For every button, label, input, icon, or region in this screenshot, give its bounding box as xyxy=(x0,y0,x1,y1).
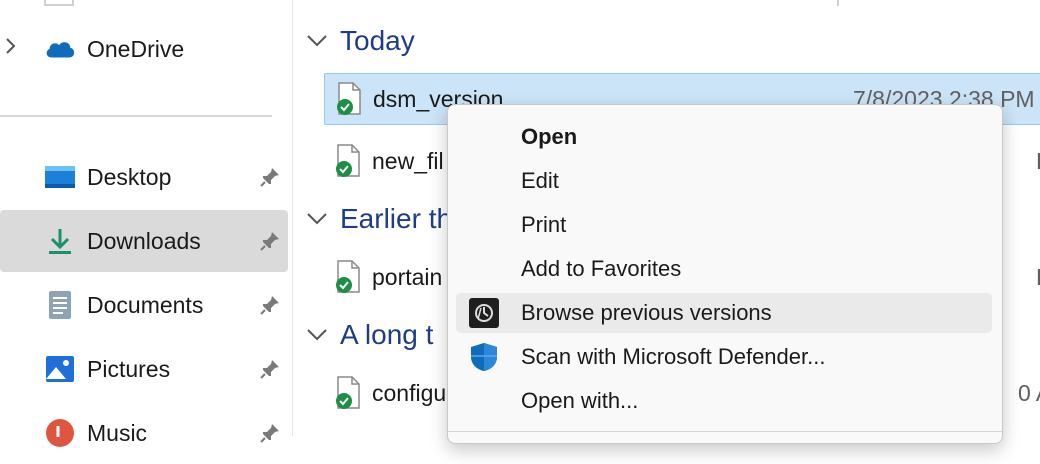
menu-item-label: Open with... xyxy=(521,388,639,413)
sidebar-item-desktop[interactable]: Desktop xyxy=(0,146,288,208)
desktop-folder-icon xyxy=(44,161,76,193)
menu-item-edit[interactable]: Edit xyxy=(456,161,992,201)
file-date-modified: PM xyxy=(1036,264,1040,291)
partial-icon xyxy=(44,0,74,6)
defender-shield-icon xyxy=(468,341,500,373)
menu-separator xyxy=(448,431,1002,432)
group-label: A long t xyxy=(340,319,434,350)
group-header-long-time-ago[interactable]: A long t xyxy=(306,315,433,355)
menu-item-label: Print xyxy=(521,212,567,237)
synced-file-icon xyxy=(334,260,362,294)
previous-versions-icon xyxy=(468,297,500,329)
sidebar-item-label: Downloads xyxy=(87,227,201,254)
chevron-down-icon[interactable] xyxy=(306,328,332,342)
menu-item-label: Edit xyxy=(521,168,559,193)
menu-item-label: Open xyxy=(521,124,578,149)
menu-item-print[interactable]: Print xyxy=(456,205,992,245)
documents-folder-icon xyxy=(44,289,76,321)
pin-icon[interactable] xyxy=(258,229,282,253)
downloads-folder-icon xyxy=(44,225,76,257)
pin-icon[interactable] xyxy=(258,293,282,317)
group-header-earlier[interactable]: Earlier th xyxy=(306,199,452,239)
menu-item-add-to-favorites[interactable]: Add to Favorites xyxy=(456,249,992,289)
menu-item-label: Scan with Microsoft Defender... xyxy=(521,344,826,369)
sidebar-divider xyxy=(0,115,272,117)
sidebar-item-label: Desktop xyxy=(87,163,172,190)
chevron-right-icon[interactable] xyxy=(4,37,18,61)
menu-item-label: Add to Favorites xyxy=(521,256,682,281)
context-menu: Open Edit Print Add to Favorites Browse … xyxy=(447,104,1003,444)
file-date-modified: 0 AI xyxy=(1018,379,1040,406)
pin-icon[interactable] xyxy=(258,165,282,189)
chevron-down-icon[interactable] xyxy=(306,212,332,226)
menu-item-label: Browse previous versions xyxy=(521,300,772,325)
sidebar-item-onedrive[interactable]: OneDrive xyxy=(0,18,288,80)
sidebar-item-pictures[interactable]: Pictures xyxy=(0,338,288,400)
sidebar-item-documents[interactable]: Documents xyxy=(0,274,288,336)
music-folder-icon xyxy=(44,417,76,449)
file-name: configu xyxy=(372,379,447,406)
sidebar-item-label: OneDrive xyxy=(87,35,185,62)
synced-file-icon xyxy=(335,82,363,116)
group-label: Earlier th xyxy=(340,203,453,234)
synced-file-icon xyxy=(334,376,362,410)
chevron-down-icon[interactable] xyxy=(306,34,332,48)
menu-item-open[interactable]: Open xyxy=(456,117,992,157)
pin-icon[interactable] xyxy=(258,421,282,445)
sidebar-item-label: Music xyxy=(87,419,148,446)
menu-item-browse-previous-versions[interactable]: Browse previous versions xyxy=(456,293,992,333)
group-header-today[interactable]: Today xyxy=(306,21,415,61)
file-name: new_fil xyxy=(372,147,444,174)
menu-item-open-with[interactable]: Open with... xyxy=(456,381,992,421)
file-date-modified: PM xyxy=(1036,148,1040,175)
sidebar-item-label: Pictures xyxy=(87,355,171,382)
sidebar-item-music[interactable]: Music xyxy=(0,402,288,464)
synced-file-icon xyxy=(334,144,362,178)
pin-icon[interactable] xyxy=(258,357,282,381)
navigation-pane: OneDrive Desktop Downloads Documents Pic… xyxy=(0,0,293,447)
file-name: portain xyxy=(372,263,443,290)
sidebar-item-downloads[interactable]: Downloads xyxy=(0,210,288,272)
sidebar-item-label: Documents xyxy=(87,291,204,318)
column-divider xyxy=(837,0,839,6)
menu-item-scan-with-defender[interactable]: Scan with Microsoft Defender... xyxy=(456,337,992,377)
onedrive-cloud-icon xyxy=(44,33,76,65)
group-label: Today xyxy=(340,25,415,56)
pictures-folder-icon xyxy=(44,353,76,385)
